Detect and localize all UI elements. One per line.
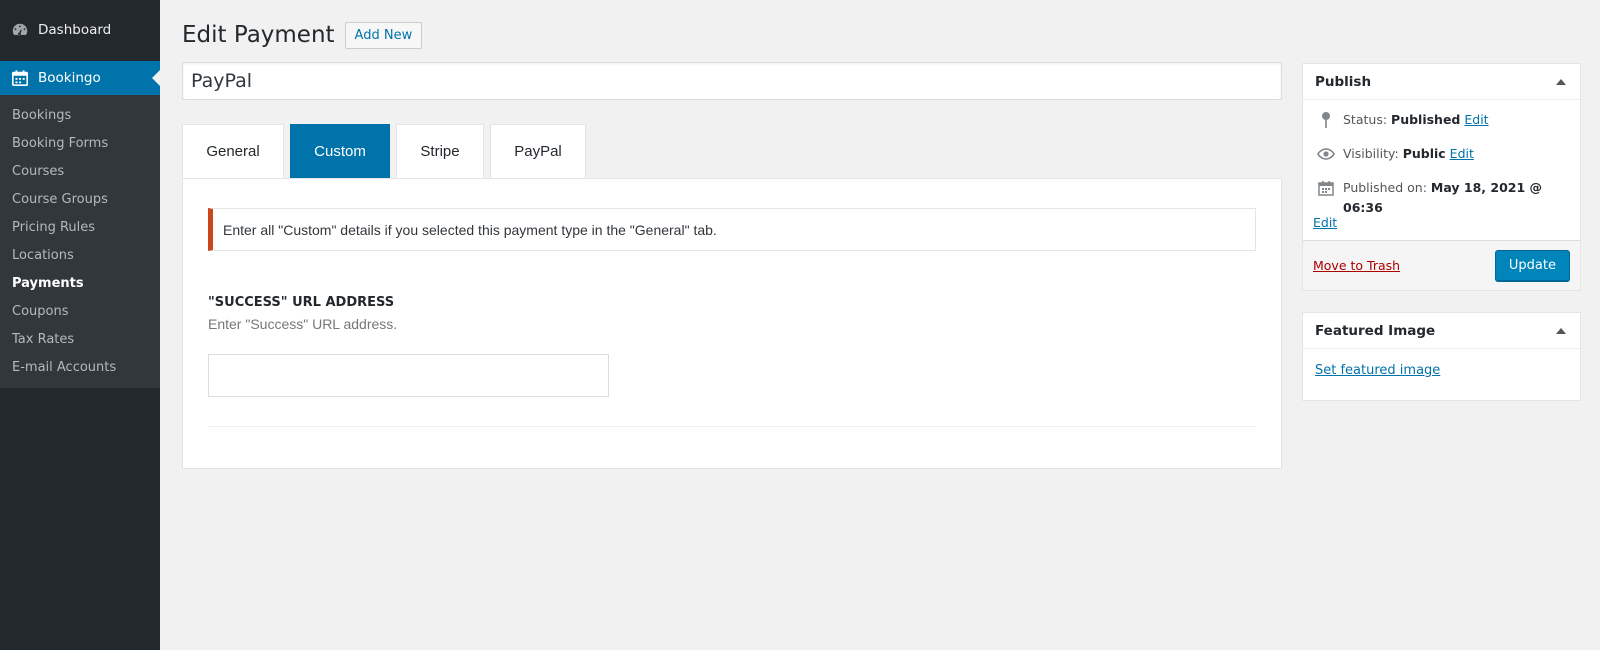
- title-row: Edit Payment Add New: [182, 20, 1282, 50]
- visibility-edit-link[interactable]: Edit: [1450, 146, 1474, 161]
- published-edit-link[interactable]: Edit: [1313, 215, 1337, 230]
- tab-paypal[interactable]: PayPal: [490, 124, 586, 178]
- sidebar-item-booking-forms[interactable]: Booking Forms: [0, 130, 160, 158]
- tab-custom[interactable]: Custom: [290, 124, 390, 178]
- sidebar-item-locations[interactable]: Locations: [0, 242, 160, 270]
- featured-image-header: Featured Image: [1303, 313, 1580, 349]
- menu-bookingo[interactable]: Bookingo: [0, 61, 160, 95]
- set-featured-image-link[interactable]: Set featured image: [1315, 363, 1440, 378]
- main-content: Edit Payment Add New General Custom Stri…: [182, 0, 1282, 469]
- success-url-description: Enter "Success" URL address.: [208, 316, 398, 332]
- publish-box-title: Publish: [1315, 73, 1372, 90]
- sidebar-metaboxes: Publish Status: Published Edit Visibilit…: [1302, 63, 1581, 401]
- visibility-value: Public: [1402, 146, 1446, 161]
- payment-tabs: General Custom Stripe PayPal: [182, 124, 1282, 178]
- sidebar-item-bookings[interactable]: Bookings: [0, 102, 160, 130]
- calendar-icon: [1315, 178, 1337, 198]
- sidebar-item-courses[interactable]: Courses: [0, 158, 160, 186]
- publish-actions: Move to Trash Update: [1303, 240, 1580, 290]
- eye-icon: [1315, 144, 1337, 164]
- status-label: Status:: [1343, 112, 1388, 127]
- collapse-arrow-icon[interactable]: [1554, 75, 1568, 89]
- success-url-label: "SUCCESS" URL ADDRESS: [208, 295, 395, 310]
- publish-box: Publish Status: Published Edit Visibilit…: [1302, 63, 1581, 291]
- featured-image-box: Featured Image Set featured image: [1302, 312, 1581, 401]
- notice-text: Enter all "Custom" details if you select…: [223, 221, 717, 238]
- published-label: Published on:: [1343, 180, 1427, 195]
- tab-panel-custom: Enter all "Custom" details if you select…: [182, 178, 1282, 469]
- menu-dashboard-label: Dashboard: [38, 22, 112, 38]
- menu-dashboard[interactable]: Dashboard: [0, 13, 160, 47]
- visibility-row: Visibility: Public Edit: [1315, 144, 1568, 164]
- collapse-arrow-icon[interactable]: [1554, 324, 1568, 338]
- status-row: Status: Published Edit: [1315, 110, 1568, 130]
- tab-general[interactable]: General: [182, 124, 284, 178]
- admin-sidebar: Dashboard Bookingo Bookings Booking Form…: [0, 0, 160, 650]
- move-to-trash-link[interactable]: Move to Trash: [1313, 258, 1400, 273]
- sidebar-item-pricing-rules[interactable]: Pricing Rules: [0, 214, 160, 242]
- success-url-input[interactable]: [208, 354, 609, 397]
- featured-image-body: Set featured image: [1303, 349, 1580, 400]
- sidebar-item-email-accounts[interactable]: E-mail Accounts: [0, 354, 160, 382]
- sidebar-item-course-groups[interactable]: Course Groups: [0, 186, 160, 214]
- info-notice: Enter all "Custom" details if you select…: [208, 208, 1256, 251]
- add-new-button[interactable]: Add New: [344, 21, 423, 49]
- bookingo-submenu: Bookings Booking Forms Courses Course Gr…: [0, 95, 160, 388]
- featured-image-title: Featured Image: [1315, 322, 1436, 339]
- sidebar-item-coupons[interactable]: Coupons: [0, 298, 160, 326]
- publish-box-header: Publish: [1303, 64, 1580, 100]
- page-title: Edit Payment: [182, 22, 335, 48]
- dashboard-icon: [10, 20, 30, 40]
- update-button[interactable]: Update: [1494, 250, 1570, 281]
- sidebar-item-payments[interactable]: Payments: [0, 270, 160, 298]
- sidebar-item-tax-rates[interactable]: Tax Rates: [0, 326, 160, 354]
- tab-stripe[interactable]: Stripe: [396, 124, 484, 178]
- published-date-row: Published on: May 18, 2021 @ 06:36: [1315, 178, 1568, 218]
- status-value: Published: [1391, 112, 1461, 127]
- divider: [208, 426, 1256, 427]
- pin-icon: [1315, 110, 1337, 130]
- post-title-input[interactable]: [182, 62, 1282, 100]
- publish-box-body: Status: Published Edit Visibility: Publi…: [1303, 100, 1580, 240]
- visibility-label: Visibility:: [1343, 146, 1399, 161]
- status-edit-link[interactable]: Edit: [1464, 112, 1488, 127]
- calendar-icon: [10, 68, 30, 88]
- menu-bookingo-label: Bookingo: [38, 70, 101, 86]
